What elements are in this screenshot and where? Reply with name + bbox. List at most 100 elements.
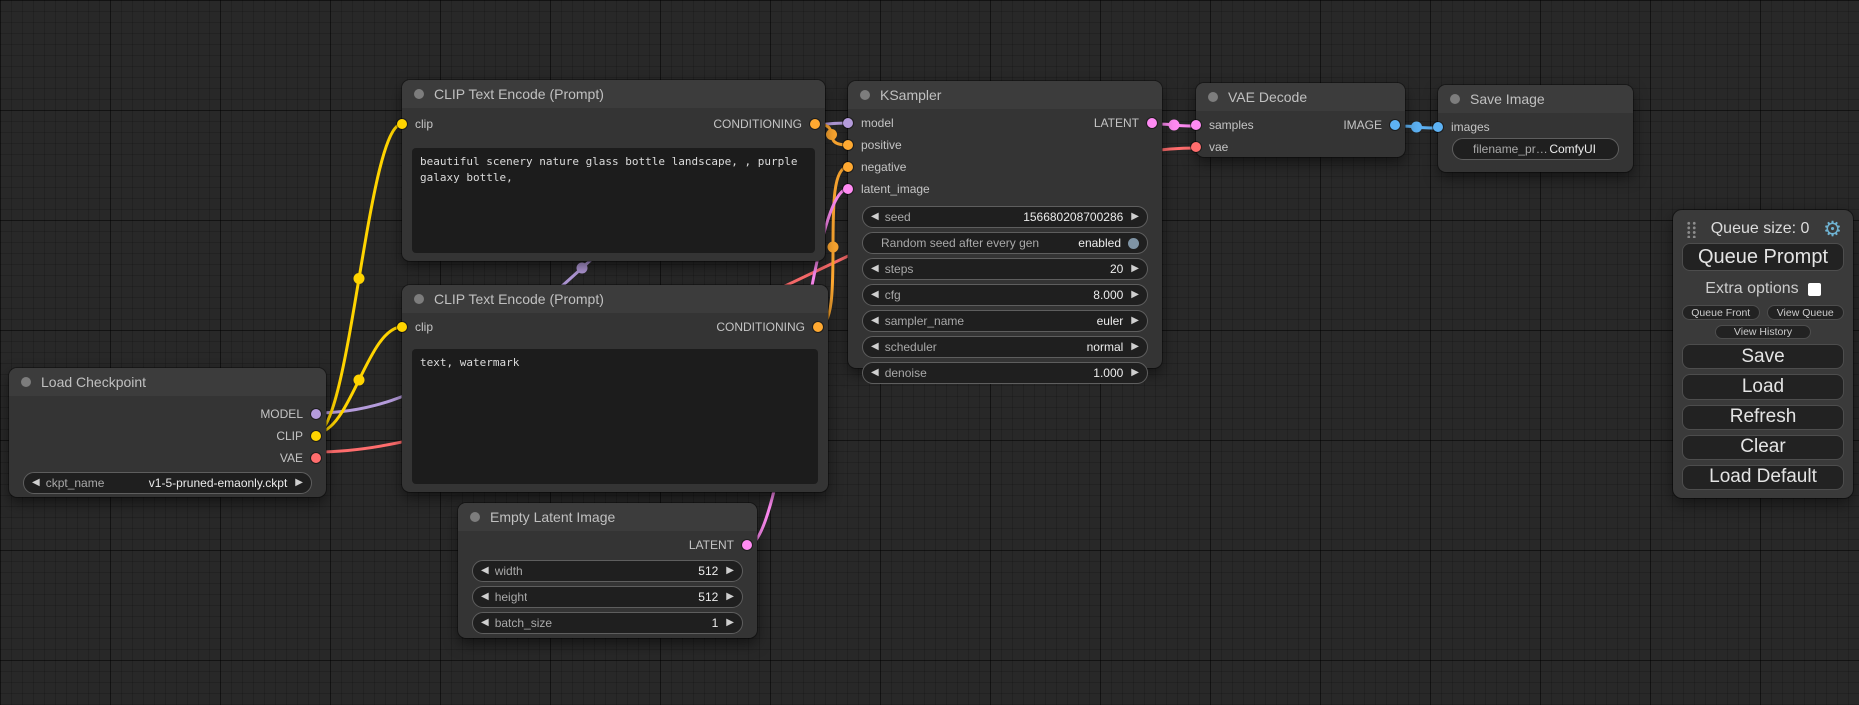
gear-icon[interactable]: ⚙	[1823, 219, 1842, 240]
increment-arrow-icon[interactable]: ▶	[1131, 316, 1139, 326]
queue-front-button[interactable]: Queue Front	[1682, 305, 1760, 320]
prompt-textarea[interactable]: beautiful scenery nature glass bottle la…	[412, 148, 815, 253]
decrement-arrow-icon[interactable]: ◀	[871, 212, 879, 222]
collapse-dot-icon[interactable]	[860, 90, 870, 100]
output-label: LATENT	[689, 538, 734, 552]
latent-output-port[interactable]	[742, 540, 752, 550]
view-queue-button[interactable]: View Queue	[1767, 305, 1845, 320]
clip-input-port[interactable]	[397, 322, 407, 332]
filename-prefix-widget[interactable]: filename_prefix ComfyUI	[1452, 138, 1619, 160]
collapse-dot-icon[interactable]	[21, 377, 31, 387]
decrement-arrow-icon[interactable]: ◀	[481, 618, 489, 628]
node-title: CLIP Text Encode (Prompt)	[434, 86, 604, 102]
scheduler-widget[interactable]: ◀ scheduler normal ▶	[862, 336, 1148, 358]
increment-arrow-icon[interactable]: ▶	[726, 566, 734, 576]
increment-arrow-icon[interactable]: ▶	[726, 592, 734, 602]
node-header[interactable]: VAE Decode	[1196, 83, 1405, 111]
negative-input-port[interactable]	[843, 162, 853, 172]
port-row: latent_image	[848, 178, 1162, 200]
node-empty-latent-image[interactable]: Empty Latent Image LATENT ◀ width 512 ▶ …	[458, 503, 757, 638]
extra-options-checkbox[interactable]	[1808, 283, 1821, 296]
load-default-button[interactable]: Load Default	[1682, 465, 1844, 490]
collapse-dot-icon[interactable]	[414, 294, 424, 304]
decrement-arrow-icon[interactable]: ◀	[871, 264, 879, 274]
model-input-port[interactable]	[843, 118, 853, 128]
model-output-port[interactable]	[311, 409, 321, 419]
collapse-dot-icon[interactable]	[414, 89, 424, 99]
node-clip-text-encode-positive[interactable]: CLIP Text Encode (Prompt) clip CONDITION…	[402, 80, 825, 261]
port-row: samples IMAGE	[1196, 114, 1405, 136]
sampler-name-widget[interactable]: ◀ sampler_name euler ▶	[862, 310, 1148, 332]
increment-arrow-icon[interactable]: ▶	[1131, 290, 1139, 300]
steps-widget[interactable]: ◀ steps 20 ▶	[862, 258, 1148, 280]
clip-input-port[interactable]	[397, 119, 407, 129]
save-button[interactable]: Save	[1682, 344, 1844, 369]
increment-arrow-icon[interactable]: ▶	[726, 618, 734, 628]
samples-input-port[interactable]	[1191, 120, 1201, 130]
output-label: CONDITIONING	[716, 320, 805, 334]
node-save-image[interactable]: Save Image images filename_prefix ComfyU…	[1438, 85, 1633, 172]
node-ksampler[interactable]: KSampler model LATENT positive negative …	[848, 81, 1162, 368]
refresh-button[interactable]: Refresh	[1682, 405, 1844, 430]
increment-arrow-icon[interactable]: ▶	[1131, 368, 1139, 378]
latent-image-input-port[interactable]	[843, 184, 853, 194]
conditioning-output-port[interactable]	[810, 119, 820, 129]
node-graph-canvas[interactable]: Load Checkpoint MODEL CLIP VAE ◀ ckpt_na…	[0, 0, 1859, 705]
decrement-arrow-icon[interactable]: ◀	[871, 342, 879, 352]
conditioning-output-port[interactable]	[813, 322, 823, 332]
prompt-textarea[interactable]: text, watermark	[412, 349, 818, 484]
height-widget[interactable]: ◀ height 512 ▶	[472, 586, 743, 608]
cfg-widget[interactable]: ◀ cfg 8.000 ▶	[862, 284, 1148, 306]
node-title: Load Checkpoint	[41, 374, 146, 390]
decrement-arrow-icon[interactable]: ◀	[871, 316, 879, 326]
collapse-dot-icon[interactable]	[470, 512, 480, 522]
output-row-model: MODEL	[9, 403, 326, 425]
output-label: CONDITIONING	[713, 117, 802, 131]
node-header[interactable]: KSampler	[848, 81, 1162, 109]
image-output-port[interactable]	[1390, 120, 1400, 130]
width-widget[interactable]: ◀ width 512 ▶	[472, 560, 743, 582]
latent-output-port[interactable]	[1147, 118, 1157, 128]
node-header[interactable]: Load Checkpoint	[9, 368, 326, 396]
increment-arrow-icon[interactable]: ▶	[1131, 342, 1139, 352]
view-history-button[interactable]: View History	[1715, 325, 1811, 339]
node-vae-decode[interactable]: VAE Decode samples IMAGE vae	[1196, 83, 1405, 157]
load-button[interactable]: Load	[1682, 374, 1844, 399]
increment-arrow-icon[interactable]: ▶	[1131, 264, 1139, 274]
node-header[interactable]: Save Image	[1438, 85, 1633, 113]
clip-output-port[interactable]	[311, 431, 321, 441]
node-header[interactable]: CLIP Text Encode (Prompt)	[402, 80, 825, 108]
port-row: LATENT	[458, 534, 757, 556]
positive-input-port[interactable]	[843, 140, 853, 150]
vae-output-port[interactable]	[311, 453, 321, 463]
queue-prompt-button[interactable]: Queue Prompt	[1682, 243, 1844, 271]
collapse-dot-icon[interactable]	[1450, 94, 1460, 104]
vae-input-port[interactable]	[1191, 142, 1201, 152]
ckpt-name-widget[interactable]: ◀ ckpt_name v1-5-pruned-emaonly.ckpt ▶	[23, 472, 312, 494]
denoise-widget[interactable]: ◀ denoise 1.000 ▶	[862, 362, 1148, 384]
increment-arrow-icon[interactable]: ▶	[1131, 212, 1139, 222]
clear-button[interactable]: Clear	[1682, 435, 1844, 460]
decrement-arrow-icon[interactable]: ◀	[871, 368, 879, 378]
drag-handle-icon[interactable]	[1686, 221, 1697, 238]
images-input-port[interactable]	[1433, 122, 1443, 132]
node-title: KSampler	[880, 87, 941, 103]
node-header[interactable]: CLIP Text Encode (Prompt)	[402, 285, 828, 313]
input-label: model	[861, 116, 894, 130]
output-label: CLIP	[276, 429, 303, 443]
increment-arrow-icon[interactable]: ▶	[295, 478, 303, 488]
random-seed-toggle[interactable]: Random seed after every gen enabled	[862, 232, 1148, 254]
decrement-arrow-icon[interactable]: ◀	[32, 478, 40, 488]
decrement-arrow-icon[interactable]: ◀	[481, 592, 489, 602]
collapse-dot-icon[interactable]	[1208, 92, 1218, 102]
node-header[interactable]: Empty Latent Image	[458, 503, 757, 531]
decrement-arrow-icon[interactable]: ◀	[481, 566, 489, 576]
seed-widget[interactable]: ◀ seed 156680208700286 ▶	[862, 206, 1148, 228]
node-load-checkpoint[interactable]: Load Checkpoint MODEL CLIP VAE ◀ ckpt_na…	[9, 368, 326, 497]
decrement-arrow-icon[interactable]: ◀	[871, 290, 879, 300]
batch-size-widget[interactable]: ◀ batch_size 1 ▶	[472, 612, 743, 634]
node-clip-text-encode-negative[interactable]: CLIP Text Encode (Prompt) clip CONDITION…	[402, 285, 828, 492]
input-label: clip	[415, 117, 433, 131]
toggle-dot-icon[interactable]	[1128, 238, 1139, 249]
port-row: clip CONDITIONING	[402, 313, 828, 341]
